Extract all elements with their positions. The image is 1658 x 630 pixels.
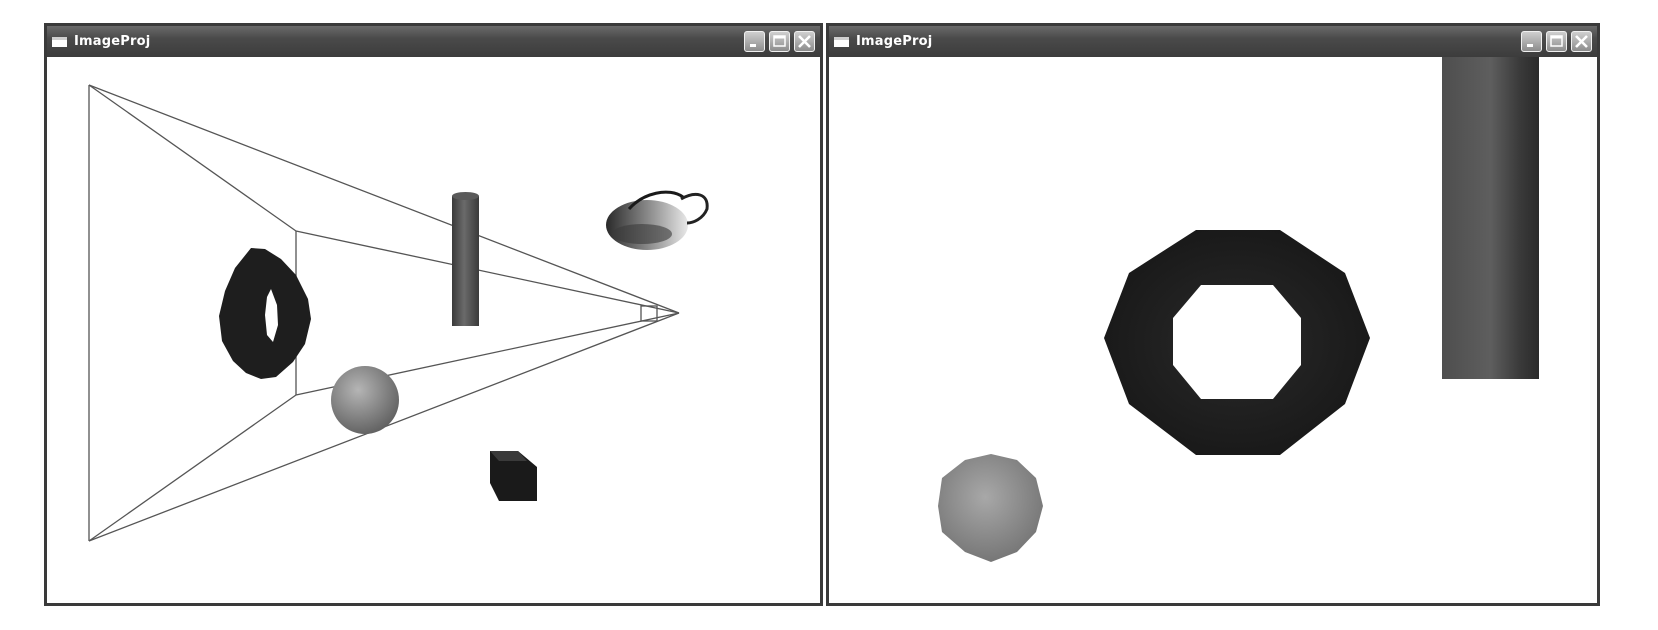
minimize-button[interactable]: [1521, 31, 1542, 52]
maximize-button[interactable]: [769, 31, 790, 52]
maximize-icon: [773, 35, 786, 47]
torus-object: [1104, 230, 1370, 455]
window-title: ImageProj: [856, 34, 933, 49]
close-button[interactable]: [794, 31, 815, 52]
title-bar[interactable]: ImageProj: [47, 26, 820, 57]
scene-viewport-left[interactable]: [47, 57, 820, 603]
maximize-button[interactable]: [1546, 31, 1567, 52]
imageproj-window-left[interactable]: ImageProj: [44, 23, 823, 606]
teapot-object: [606, 190, 709, 250]
close-icon: [1575, 35, 1588, 48]
close-button[interactable]: [1571, 31, 1592, 52]
torus-object: [219, 248, 311, 379]
maximize-icon: [1550, 35, 1563, 47]
minimize-icon: [1527, 44, 1533, 47]
cube-object: [490, 451, 537, 501]
minimize-button[interactable]: [744, 31, 765, 52]
cylinder-object: [1442, 57, 1539, 379]
scene-3d-overview: [88, 84, 709, 542]
sphere-object: [938, 454, 1043, 562]
title-bar[interactable]: ImageProj: [829, 26, 1597, 57]
cylinder-object: [452, 192, 479, 326]
camera-frustum: [88, 84, 680, 542]
window-icon[interactable]: [52, 37, 67, 47]
window-icon[interactable]: [834, 37, 849, 47]
imageproj-window-right[interactable]: ImageProj: [826, 23, 1600, 606]
close-icon: [798, 35, 811, 48]
sphere-object: [331, 366, 399, 434]
scene-camera-view: [938, 57, 1539, 562]
minimize-icon: [750, 44, 756, 47]
scene-viewport-right[interactable]: [829, 57, 1597, 603]
window-title: ImageProj: [74, 34, 151, 49]
